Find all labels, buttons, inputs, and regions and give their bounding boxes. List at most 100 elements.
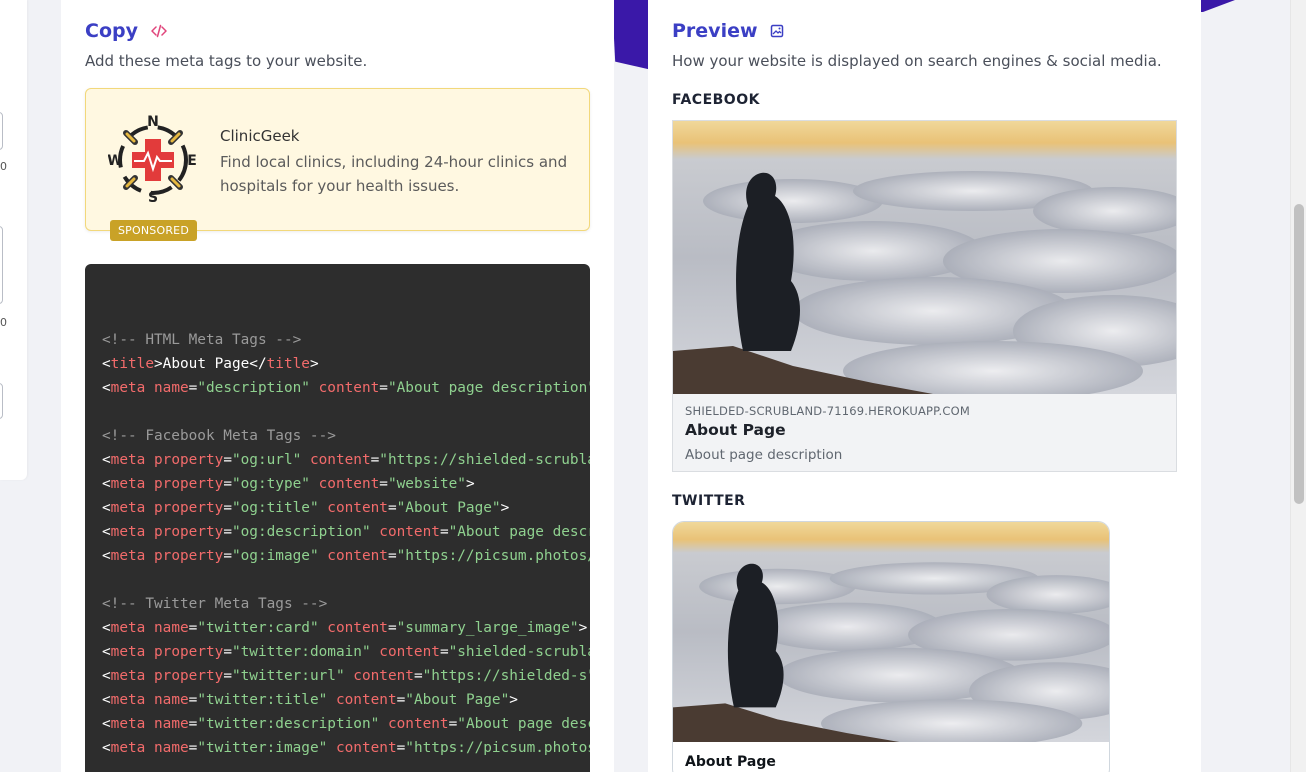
preview-subtitle: How your website is displayed on search … (672, 52, 1162, 70)
code-token: "twitter:image" (197, 740, 328, 756)
form-input-stub[interactable] (0, 383, 3, 419)
facebook-domain: SHIELDED-SCRUBLAND-71169.HEROKUAPP.COM (685, 404, 970, 418)
code-token: = (223, 476, 232, 492)
code-token: < (102, 380, 111, 396)
code-token: content (335, 692, 397, 708)
code-token: = (439, 524, 449, 540)
code-token: content (387, 716, 449, 732)
code-token: name (154, 620, 189, 636)
code-line: <meta property="og:type" content="websit… (102, 472, 590, 496)
code-token: "twitter:description" (197, 716, 380, 732)
code-token: meta (110, 740, 146, 756)
preview-panel: Preview How your website is displayed on… (648, 0, 1201, 772)
facebook-description: About page description (685, 447, 843, 463)
code-token: content (353, 668, 414, 684)
code-token: "https://shielded-scrubland-71169.heroku… (379, 452, 590, 468)
decorative-shape (1195, 0, 1235, 12)
code-token: "twitter:card" (197, 620, 319, 636)
code-line: <meta name="twitter:title" content="Abou… (102, 688, 590, 712)
facebook-title: About Page (685, 421, 786, 439)
code-token: "og:url" (231, 452, 302, 468)
code-token: = (223, 500, 232, 516)
code-token: < (102, 620, 111, 636)
code-line: <meta name = "twitter:description" content… (102, 712, 590, 736)
code-token: < (102, 548, 111, 564)
code-line: <meta property="twitter:url" content="ht… (102, 664, 590, 688)
code-token: = (439, 644, 449, 660)
code-line: <meta name="description" content="About … (102, 376, 590, 400)
og-image (673, 121, 1176, 394)
scrollbar-thumb[interactable] (1294, 204, 1304, 504)
code-token: "About Page" (405, 692, 510, 708)
code-token: = (396, 692, 406, 708)
code-token: "About Page" (396, 500, 501, 516)
code-token: property (154, 476, 224, 492)
code-token: "shielded-scrubland"> (448, 644, 590, 660)
code-token: < (102, 644, 111, 660)
code-block[interactable]: <!-- HTML Meta Tags --> <title>About Page… (85, 264, 590, 772)
form-textarea-stub[interactable] (0, 226, 3, 304)
code-line: <!-- HTML Meta Tags --> (102, 328, 590, 352)
code-line: <meta property="og:title" content="About… (102, 496, 590, 520)
sponsored-ad[interactable]: N E S W ClinicGeek Find local clinics, i… (85, 88, 590, 241)
code-line: <meta property="og:image" content="https… (102, 544, 590, 568)
code-token: <!-- Facebook Meta Tags --> (102, 428, 336, 444)
compass-letter: N (147, 115, 159, 130)
copy-title: Copy (85, 20, 138, 42)
code-token: = (379, 380, 388, 396)
code-line: <meta property="twitter:domain" content=… (102, 640, 590, 664)
code-token: = (223, 644, 232, 660)
facebook-preview-card[interactable]: SHIELDED-SCRUBLAND-71169.HEROKUAPP.COM A… (672, 120, 1177, 472)
code-token: > (578, 620, 588, 636)
code-token: meta (110, 692, 146, 708)
code-token: property (154, 452, 224, 468)
scrollbar[interactable] (1290, 0, 1306, 772)
code-token: title (266, 356, 310, 372)
code-token: <!-- Twitter Meta Tags --> (102, 596, 328, 612)
code-token: = (379, 476, 388, 492)
code-token: meta (110, 500, 146, 516)
code-token: < (102, 740, 111, 756)
left-form-panel: 0 0 (0, 0, 27, 480)
code-token: property (154, 644, 224, 660)
code-token: meta (110, 452, 146, 468)
code-line: <meta name="twitter:image" content="http… (102, 736, 590, 760)
ad-description: Find local clinics, including 24-hour cl… (220, 153, 568, 195)
twitter-preview-card[interactable]: About Page (672, 521, 1110, 772)
form-input-stub[interactable] (0, 112, 3, 150)
twitter-label: TWITTER (672, 493, 746, 509)
code-token: property (154, 668, 224, 684)
code-token: meta (110, 476, 146, 492)
code-token: > (500, 500, 510, 516)
code-token: = (223, 524, 232, 540)
code-token: = (413, 668, 423, 684)
code-token: < (102, 524, 111, 540)
code-token: = (223, 548, 232, 564)
code-token: < (102, 476, 111, 492)
code-token: = (396, 740, 406, 756)
twitter-image (673, 522, 1109, 742)
compass-letter: W (108, 153, 123, 169)
code-token: > (465, 476, 475, 492)
code-token: meta (110, 620, 146, 636)
code-token: = (223, 452, 232, 468)
stub-char: 0 (0, 160, 7, 173)
code-token: < (102, 452, 111, 468)
code-token: < (102, 500, 111, 516)
code-token: "https://shielded-s"> (422, 668, 590, 684)
stub-char: 0 (0, 316, 7, 329)
